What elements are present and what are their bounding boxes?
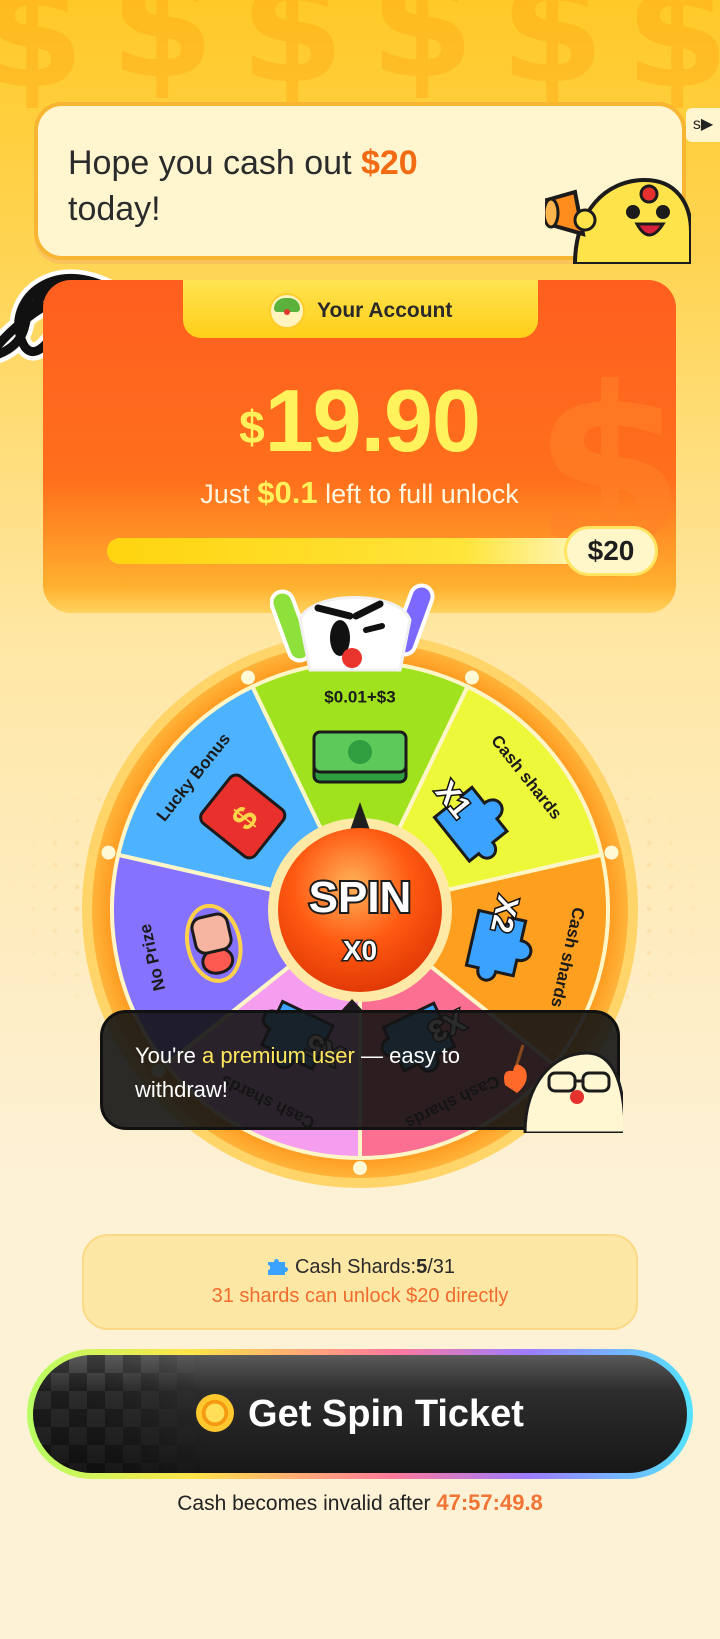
tooltip-text: You're a premium user — easy to withdraw… <box>135 1039 495 1107</box>
balance-amount: 19.90 <box>264 371 481 470</box>
background-dollar-icon: $ <box>500 0 605 117</box>
balance-currency: $ <box>239 401 265 453</box>
get-spin-ticket-button-inner[interactable]: Get Spin Ticket <box>33 1355 687 1473</box>
tooltip-highlight: a premium user <box>202 1043 355 1068</box>
spin-button-label[interactable]: SPIN <box>307 871 414 924</box>
tooltip-prefix: You're <box>135 1043 196 1068</box>
expiry-prefix: Cash becomes invalid after <box>177 1492 431 1515</box>
unlock-prefix: Just <box>200 479 250 509</box>
expiry-notice: Cash becomes invalid after 47:57:49.8 <box>0 1490 720 1516</box>
cash-shards-hint: 31 shards can unlock $20 directly <box>211 1285 509 1307</box>
wheel-light-bulb <box>353 1161 367 1175</box>
account-card: $ Your Account $19.90 Just $0.1 left to … <box>43 280 676 613</box>
cash-stack-icon <box>312 730 408 784</box>
unlock-progress-fill <box>107 538 617 564</box>
puzzle-piece-icon <box>267 1259 288 1275</box>
cash-shards-total: /31 <box>427 1256 456 1278</box>
premium-tooltip: You're a premium user — easy to withdraw… <box>100 999 623 1133</box>
cash-shards-card: Cash Shards:5/31 31 shards can unlock $2… <box>82 1234 638 1330</box>
wheel-light-bulb <box>241 670 256 685</box>
background-dollar-icon: $ <box>110 0 215 112</box>
account-tab-label: Your Account <box>317 299 453 322</box>
checker-pattern <box>33 1355 203 1473</box>
get-spin-ticket-label[interactable]: Get Spin Ticket <box>248 1393 524 1435</box>
wheel-segment-label: $0.01+$3 <box>324 687 395 706</box>
coin-icon <box>196 1394 235 1432</box>
wheel-light-bulb <box>464 670 479 685</box>
unlock-suffix: left to full unlock <box>325 479 519 509</box>
goal-badge: $20 <box>567 529 655 573</box>
unlock-amount: $0.1 <box>257 475 318 510</box>
greeting-prefix: Hope you cash out <box>68 144 352 182</box>
skip-button[interactable]: s▶ <box>686 108 720 142</box>
expiry-timer: 47:57:49.8 <box>436 1490 543 1515</box>
mascot-glasses-icon <box>504 1044 623 1133</box>
account-tab: Your Account <box>183 280 538 338</box>
background-dollar-icon: $ <box>240 0 345 117</box>
wheel-light-bulb <box>101 845 116 860</box>
spin-count: X0 <box>343 935 377 966</box>
get-spin-ticket-button[interactable]: Get Spin Ticket <box>27 1349 693 1479</box>
cash-shards-label: Cash Shards: <box>294 1256 417 1278</box>
background-dollar-icon: $ <box>0 0 85 122</box>
greeting-text: Hope you cash out $20 today! <box>68 140 488 232</box>
account-balance: $19.90 <box>43 370 676 472</box>
avatar <box>268 293 305 329</box>
cash-shards-current: 5 <box>416 1256 428 1278</box>
cash-shards-count: Cash Shards:5/31 <box>84 1256 636 1279</box>
unlock-status: Just $0.1 left to full unlock <box>43 475 676 511</box>
unlock-progress-bar <box>107 538 619 564</box>
background-dollar-icon: $ <box>625 0 720 122</box>
greeting-suffix: today! <box>68 190 161 228</box>
pointer-mascot-icon <box>270 583 435 672</box>
mascot-megaphone-icon <box>545 177 691 264</box>
background-dollar-icon: $ <box>370 0 475 112</box>
greeting-amount: $20 <box>360 144 418 182</box>
wheel-light-bulb <box>604 845 619 860</box>
